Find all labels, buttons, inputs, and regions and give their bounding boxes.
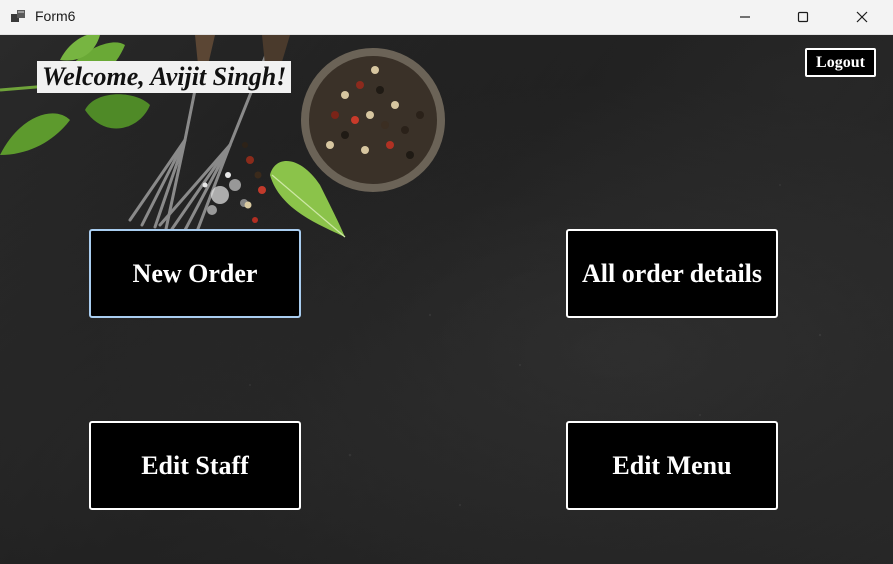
minimize-button[interactable] [722,0,768,34]
close-button[interactable] [839,0,885,34]
salt-icon [202,172,248,215]
window-title-bar: Form6 [0,0,893,35]
form-client-area: Welcome, Avijit Singh! Logout New Order … [0,35,893,564]
welcome-label: Welcome, Avijit Singh! [37,61,292,93]
minimize-icon [740,16,750,18]
maximize-button[interactable] [780,0,826,34]
edit-menu-button[interactable]: Edit Menu [566,421,778,510]
peppercorn-bowl-icon [301,48,445,192]
close-icon [856,11,868,23]
window-title: Form6 [35,8,76,24]
app-window-icon [11,10,25,22]
new-order-button[interactable]: New Order [89,229,301,318]
edit-staff-button[interactable]: Edit Staff [89,421,301,510]
logout-button[interactable]: Logout [805,48,876,77]
maximize-icon [797,11,809,23]
all-order-details-button[interactable]: All order details [566,229,778,318]
